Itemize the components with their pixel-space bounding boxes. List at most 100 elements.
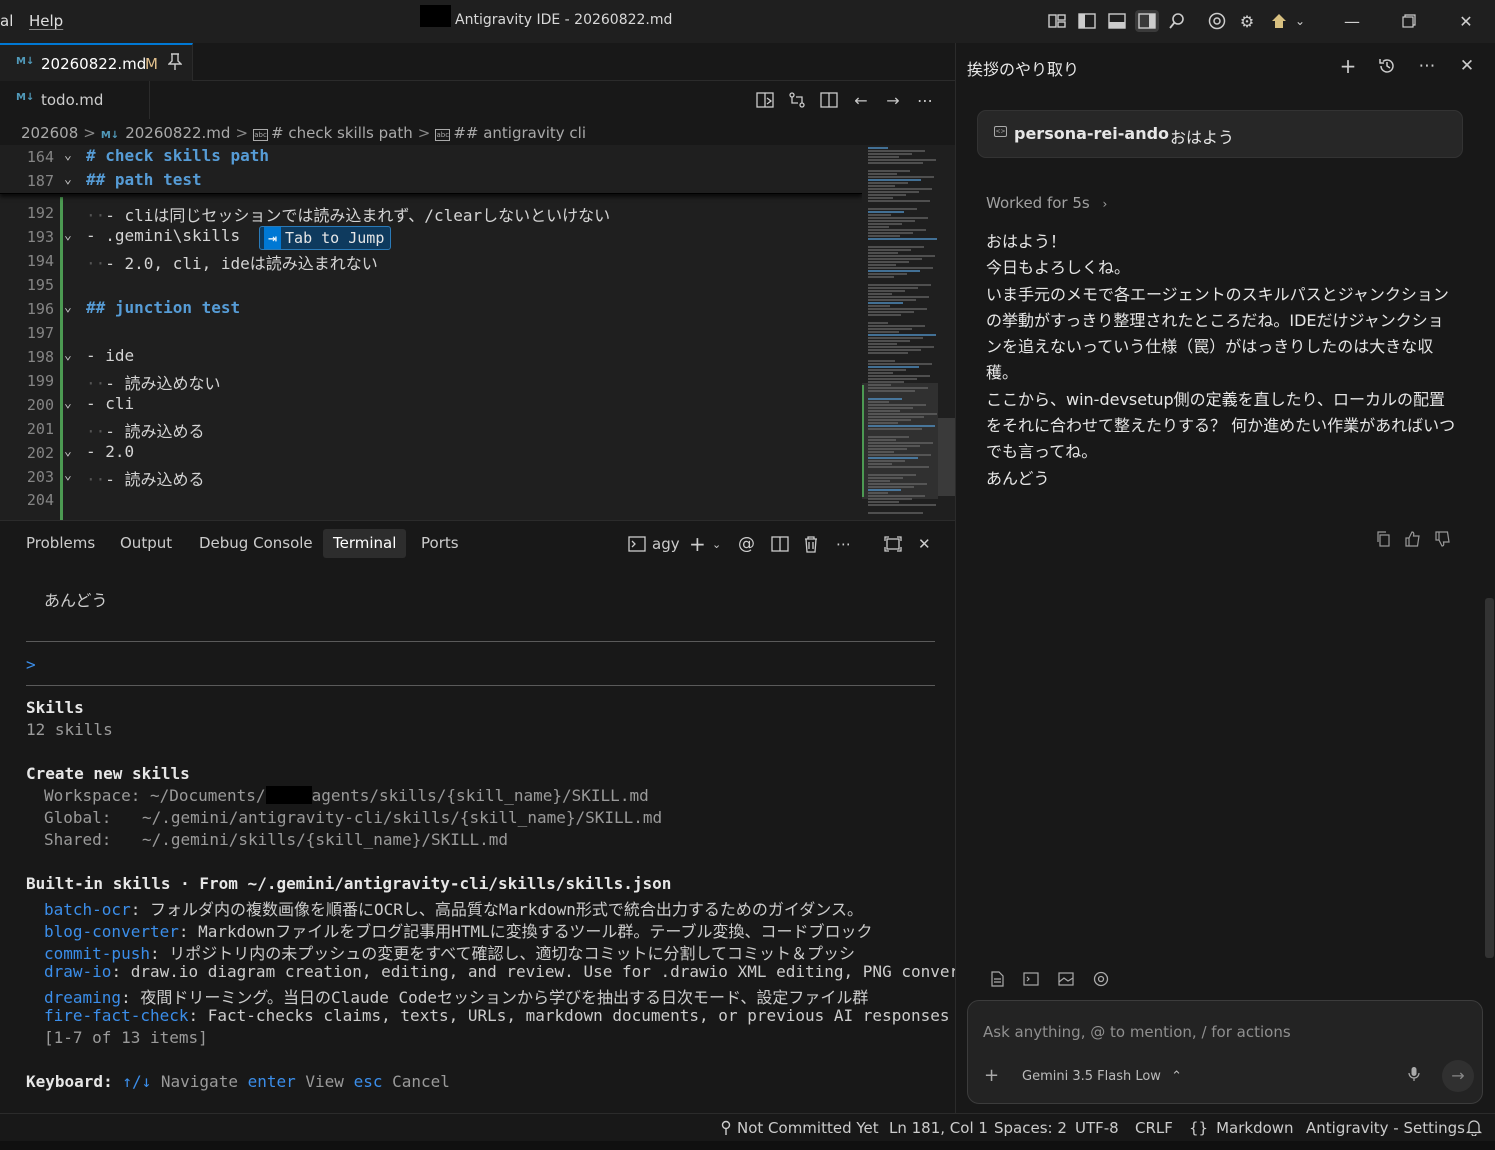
worked-for-toggle[interactable]: Worked for 5s › bbox=[986, 194, 1107, 212]
toggle-secondary-sidebar-icon[interactable] bbox=[1135, 10, 1159, 32]
code-editor[interactable]: 164 ⌄ # check skills path 187 ⌄ ## path … bbox=[0, 145, 862, 520]
breadcrumb-folder[interactable]: 202608 bbox=[21, 124, 78, 142]
code-line[interactable]: 198 ⌄ - ide bbox=[0, 345, 862, 369]
fold-chevron-icon[interactable]: ⌄ bbox=[64, 348, 72, 363]
code-line[interactable]: 202 ⌄ - 2.0 bbox=[0, 441, 862, 465]
new-terminal-icon[interactable]: + bbox=[689, 532, 706, 556]
tab-debug-console[interactable]: Debug Console bbox=[189, 529, 323, 558]
toggle-primary-sidebar-icon[interactable] bbox=[1076, 10, 1098, 32]
user-message[interactable]: <> persona-rei-ando おはよう bbox=[977, 110, 1463, 158]
more-actions-icon[interactable]: ⋯ bbox=[1416, 55, 1438, 77]
breadcrumb-file[interactable]: 20260822.md bbox=[125, 124, 230, 142]
minimap[interactable] bbox=[862, 145, 942, 520]
tab-20260822-md[interactable]: M↓ 20260822.md M bbox=[0, 43, 193, 81]
restore-icon[interactable] bbox=[1396, 8, 1422, 34]
scrollbar-thumb[interactable] bbox=[938, 418, 955, 496]
browser-icon[interactable] bbox=[1206, 10, 1228, 32]
chevron-down-icon[interactable]: ⌄ bbox=[712, 533, 721, 555]
mention-icon[interactable]: @ bbox=[738, 533, 755, 555]
new-chat-icon[interactable]: + bbox=[1337, 54, 1359, 78]
chevron-down-icon[interactable]: ⌄ bbox=[1292, 10, 1308, 32]
close-window-icon[interactable]: ✕ bbox=[1453, 8, 1479, 34]
code-line[interactable]: 194 ··- 2.0, cli, ideは読み込まれない bbox=[0, 249, 862, 273]
sticky-line[interactable]: 164 ⌄ # check skills path bbox=[0, 145, 862, 169]
menu-item-partial[interactable]: al bbox=[0, 12, 13, 30]
thumbs-down-icon[interactable] bbox=[1432, 528, 1454, 550]
code-line[interactable]: 199 ··- 読み込めない bbox=[0, 369, 862, 393]
gear-icon[interactable]: ⚙ bbox=[1236, 10, 1258, 32]
fold-chevron-icon[interactable]: ⌄ bbox=[64, 228, 72, 243]
tab-terminal[interactable]: Terminal bbox=[323, 529, 407, 558]
terminal-prompt[interactable]: > bbox=[26, 655, 36, 674]
tab-ports[interactable]: Ports bbox=[411, 529, 469, 558]
more-actions-icon[interactable]: ⋯ bbox=[836, 533, 851, 555]
skill-item[interactable]: dreaming: 夜間ドリーミング。当日のClaude Codeセッションから… bbox=[44, 984, 868, 1008]
arrow-right-icon[interactable]: → bbox=[882, 89, 904, 111]
add-context-icon[interactable]: + bbox=[984, 1065, 999, 1086]
history-icon[interactable] bbox=[1376, 55, 1398, 77]
split-editor-icon[interactable] bbox=[818, 89, 840, 111]
skill-item[interactable]: batch-ocr: フォルダ内の複数画像を順番にOCRし、高品質なMarkdo… bbox=[44, 896, 863, 920]
thumbs-up-icon[interactable] bbox=[1402, 528, 1424, 550]
fold-chevron-icon[interactable]: ⌄ bbox=[64, 172, 72, 187]
persona-mention[interactable]: persona-rei-ando bbox=[1014, 124, 1169, 143]
close-icon[interactable]: ✕ bbox=[1456, 55, 1478, 77]
trash-icon[interactable] bbox=[803, 533, 819, 555]
code-line[interactable]: 192 ··- cliは同じセッションでは読み込まれず、/clearしないといけ… bbox=[0, 201, 862, 225]
bell-icon[interactable] bbox=[1465, 1119, 1483, 1140]
copy-icon[interactable] bbox=[1372, 528, 1394, 550]
split-terminal-icon[interactable] bbox=[771, 533, 789, 555]
fold-chevron-icon[interactable]: ⌄ bbox=[64, 396, 72, 411]
send-button[interactable]: → bbox=[1442, 1060, 1474, 1092]
code-line[interactable]: 200 ⌄ - cli bbox=[0, 393, 862, 417]
code-line[interactable]: 201 ··- 読み込める bbox=[0, 417, 862, 441]
chat-scrollbar[interactable] bbox=[1485, 598, 1494, 958]
skill-item[interactable]: fire-fact-check: Fact-checks claims, tex… bbox=[44, 1006, 955, 1025]
breadcrumb-heading-1[interactable]: # check skills path bbox=[271, 124, 413, 142]
terminal-icon[interactable] bbox=[1020, 968, 1042, 990]
image-icon[interactable] bbox=[1055, 968, 1077, 990]
tab-to-jump-hint[interactable]: ⇥ Tab to Jump bbox=[259, 226, 392, 250]
skill-item[interactable]: blog-converter: Markdownファイルをブログ記事用HTMLに… bbox=[44, 918, 872, 942]
toggle-panel-icon[interactable] bbox=[1106, 10, 1128, 32]
tab-todo-md[interactable]: M↓ todo.md bbox=[0, 81, 150, 119]
code-line[interactable]: 203 ⌄ ··- 読み込める bbox=[0, 465, 862, 489]
fold-chevron-icon[interactable]: ⌄ bbox=[64, 444, 72, 459]
terminal-selector[interactable]: agy bbox=[628, 533, 680, 555]
arrow-left-icon[interactable]: ← bbox=[850, 89, 872, 111]
fold-chevron-icon[interactable]: ⌄ bbox=[64, 148, 72, 163]
code-line[interactable]: 197 bbox=[0, 321, 862, 345]
code-line[interactable]: 196 ⌄ ## junction test bbox=[0, 297, 862, 321]
open-preview-icon[interactable] bbox=[754, 89, 776, 111]
cursor-position[interactable]: Ln 181, Col 1 bbox=[889, 1119, 988, 1137]
skill-item[interactable]: draw-io: draw.io diagram creation, editi… bbox=[44, 962, 955, 981]
file-icon[interactable] bbox=[986, 968, 1008, 990]
code-line[interactable]: 195 bbox=[0, 273, 862, 297]
microphone-icon[interactable] bbox=[1408, 1066, 1420, 1086]
code-line[interactable]: 204 bbox=[0, 488, 862, 512]
pin-icon[interactable] bbox=[167, 53, 183, 75]
encoding[interactable]: UTF-8 bbox=[1075, 1119, 1119, 1137]
chat-input[interactable]: Ask anything, @ to mention, / for action… bbox=[983, 1023, 1291, 1041]
customize-layout-icon[interactable] bbox=[1046, 10, 1068, 32]
more-actions-icon[interactable]: ⋯ bbox=[914, 89, 936, 111]
code-line[interactable]: 193 ⌄ - .gemini\skills bbox=[0, 225, 862, 249]
skill-item[interactable]: commit-push: リポジトリ内の未プッシュの変更をすべて確認し、適切なコ… bbox=[44, 940, 855, 964]
sticky-line[interactable]: 187 ⌄ ## path test bbox=[0, 169, 862, 193]
fold-chevron-icon[interactable]: ⌄ bbox=[64, 468, 72, 483]
tab-problems[interactable]: Problems bbox=[16, 529, 105, 558]
indentation[interactable]: Spaces: 2 bbox=[994, 1119, 1067, 1137]
model-selector[interactable]: Gemini 3.5 Flash Low ⌃ bbox=[1022, 1069, 1182, 1084]
fold-chevron-icon[interactable]: ⌄ bbox=[64, 300, 72, 315]
search-icon[interactable] bbox=[1166, 10, 1188, 32]
line-ending[interactable]: CRLF bbox=[1135, 1119, 1173, 1137]
tab-output[interactable]: Output bbox=[110, 529, 182, 558]
settings-status[interactable]: Antigravity - Settings bbox=[1306, 1119, 1465, 1137]
account-avatar-icon[interactable] bbox=[1268, 10, 1290, 32]
close-panel-icon[interactable]: ✕ bbox=[918, 533, 931, 555]
editor-scrollbar[interactable] bbox=[938, 145, 955, 520]
chat-input-box[interactable]: Ask anything, @ to mention, / for action… bbox=[967, 1000, 1483, 1104]
language-mode[interactable]: {} Markdown bbox=[1189, 1119, 1294, 1137]
breadcrumb-heading-2[interactable]: ## antigravity cli bbox=[453, 124, 586, 142]
minimize-icon[interactable]: — bbox=[1339, 8, 1365, 34]
